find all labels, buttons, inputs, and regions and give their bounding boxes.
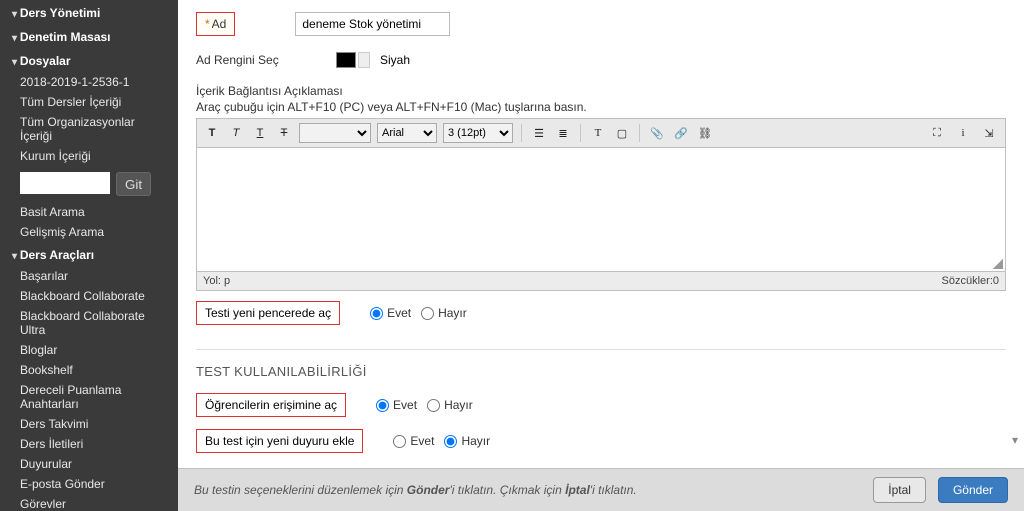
strike-button[interactable]: T xyxy=(275,124,293,142)
sidebar-section-dosyalar[interactable]: Dosyalar xyxy=(0,48,178,72)
sidebar-item-tool[interactable]: Duyurular xyxy=(0,454,178,474)
sidebar-search-input[interactable] xyxy=(20,172,110,194)
editor-path: Yol: p xyxy=(203,275,230,287)
sidebar-section-denetim-masasi[interactable]: Denetim Masası xyxy=(0,24,178,48)
sidebar: Ders Yönetimi Denetim Masası Dosyalar 20… xyxy=(0,0,178,511)
sidebar-item-file[interactable]: Tüm Dersler İçeriği xyxy=(0,92,178,112)
font-family-select[interactable]: Arial xyxy=(377,123,437,143)
radio-announce-yes[interactable]: Evet xyxy=(393,434,434,448)
sidebar-link-basic-search[interactable]: Basit Arama xyxy=(0,202,178,222)
sidebar-search-go-button[interactable]: Git xyxy=(116,172,151,196)
sidebar-item-tool[interactable]: Blackboard Collaborate Ultra xyxy=(0,306,178,340)
sidebar-section-ders-yonetimi[interactable]: Ders Yönetimi xyxy=(0,0,178,24)
cancel-button[interactable]: İptal xyxy=(873,477,926,503)
sidebar-item-tool[interactable]: Dereceli Puanlama Anahtarları xyxy=(0,380,178,414)
row-open-new-window: Testi yeni pencerede aç Evet Hayır xyxy=(196,291,1006,335)
sidebar-item-file[interactable]: Kurum İçeriği xyxy=(0,146,178,166)
sidebar-item-file[interactable]: Tüm Organizasyonlar İçeriği xyxy=(0,112,178,146)
unlink-button[interactable]: ⛓ xyxy=(696,124,714,142)
link-button[interactable]: 🔗 xyxy=(672,124,690,142)
editor-labels: İçerik Bağlantısı Açıklaması Araç çubuğu… xyxy=(196,84,1006,114)
sidebar-item-tool[interactable]: Başarılar xyxy=(0,266,178,286)
bold-button[interactable]: T xyxy=(203,124,221,142)
sidebar-item-tool[interactable]: Görevler xyxy=(0,494,178,511)
sidebar-link-advanced-search[interactable]: Gelişmiş Arama xyxy=(0,222,178,242)
sidebar-item-tool[interactable]: Ders Takvimi xyxy=(0,414,178,434)
number-list-button[interactable]: ≣ xyxy=(554,124,572,142)
field-row-color: Ad Rengini Seç Siyah xyxy=(196,46,1006,78)
bullet-list-button[interactable]: ☰ xyxy=(530,124,548,142)
label-color: Ad Rengini Seç xyxy=(196,53,336,67)
sidebar-item-tool[interactable]: E-posta Gönder xyxy=(0,474,178,494)
sidebar-section-ders-araclari[interactable]: Ders Araçları xyxy=(0,242,178,266)
label-open-new-window: Testi yeni pencerede aç xyxy=(196,301,340,325)
expand-toolbar-button[interactable]: ⇲ xyxy=(979,124,999,142)
info-button[interactable]: i xyxy=(953,124,973,142)
color-dropdown-arrow[interactable] xyxy=(358,52,370,68)
radio-newwin-no[interactable]: Hayır xyxy=(421,306,467,320)
footer-action-bar: Bu testin seçeneklerini düzenlemek için … xyxy=(178,468,1024,511)
row-add-announcement: Bu test için yeni duyuru ekle Evet Hayır xyxy=(196,423,1006,459)
sidebar-search-row: Git xyxy=(0,166,178,202)
highlight-button[interactable]: ▢ xyxy=(613,124,631,142)
label-name-text: Ad xyxy=(212,17,227,31)
editor-desc-label: İçerik Bağlantısı Açıklaması xyxy=(196,84,1006,98)
radio-access-yes[interactable]: Evet xyxy=(376,398,417,412)
editor-wordcount: Sözcükler:0 xyxy=(942,275,999,287)
required-asterisk: * xyxy=(205,17,210,31)
input-name[interactable] xyxy=(295,12,450,36)
editor-toolbar: T T T T Arial 3 (12pt) ☰ ≣ T ▢ 📎 🔗 ⛓ ⛶ i… xyxy=(196,118,1006,147)
footer-instruction-text: Bu testin seçeneklerini düzenlemek için … xyxy=(194,483,861,497)
sidebar-item-tool[interactable]: Bookshelf xyxy=(0,360,178,380)
heading-test-availability: TEST KULLANILABİLİRLİĞİ xyxy=(196,349,1006,387)
paragraph-format-select[interactable] xyxy=(299,123,371,143)
italic-button[interactable]: T xyxy=(227,124,245,142)
label-student-access: Öğrencilerin erişimine aç xyxy=(196,393,346,417)
radio-newwin-yes[interactable]: Evet xyxy=(370,306,411,320)
scroll-down-arrow-icon[interactable]: ▾ xyxy=(1008,433,1022,447)
radio-access-no[interactable]: Hayır xyxy=(427,398,473,412)
label-add-announcement: Bu test için yeni duyuru ekle xyxy=(196,429,363,453)
sidebar-item-file[interactable]: 2018-2019-1-2536-1 xyxy=(0,72,178,92)
submit-button[interactable]: Gönder xyxy=(938,477,1008,503)
editor-shortcut-hint: Araç çubuğu için ALT+F10 (PC) veya ALT+F… xyxy=(196,100,1006,114)
underline-button[interactable]: T xyxy=(251,124,269,142)
main-form: *Ad Ad Rengini Seç Siyah İçerik Bağlantı… xyxy=(178,0,1024,511)
font-size-select[interactable]: 3 (12pt) xyxy=(443,123,513,143)
field-row-name: *Ad xyxy=(196,6,1006,46)
color-swatch-black xyxy=(336,52,356,68)
sidebar-item-tool[interactable]: Bloglar xyxy=(0,340,178,360)
editor-statusbar: Yol: p Sözcükler:0 xyxy=(196,272,1006,291)
row-student-access: Öğrencilerin erişimine aç Evet Hayır xyxy=(196,387,1006,423)
radio-announce-no[interactable]: Hayır xyxy=(444,434,490,448)
editor-textarea[interactable] xyxy=(196,147,1006,272)
sidebar-item-tool[interactable]: Ders İletileri xyxy=(0,434,178,454)
color-name-text: Siyah xyxy=(380,53,410,67)
label-name: *Ad xyxy=(196,12,235,36)
text-color-button[interactable]: T xyxy=(589,124,607,142)
fullscreen-button[interactable]: ⛶ xyxy=(927,124,947,142)
attach-button[interactable]: 📎 xyxy=(648,124,666,142)
sidebar-item-tool[interactable]: Blackboard Collaborate xyxy=(0,286,178,306)
